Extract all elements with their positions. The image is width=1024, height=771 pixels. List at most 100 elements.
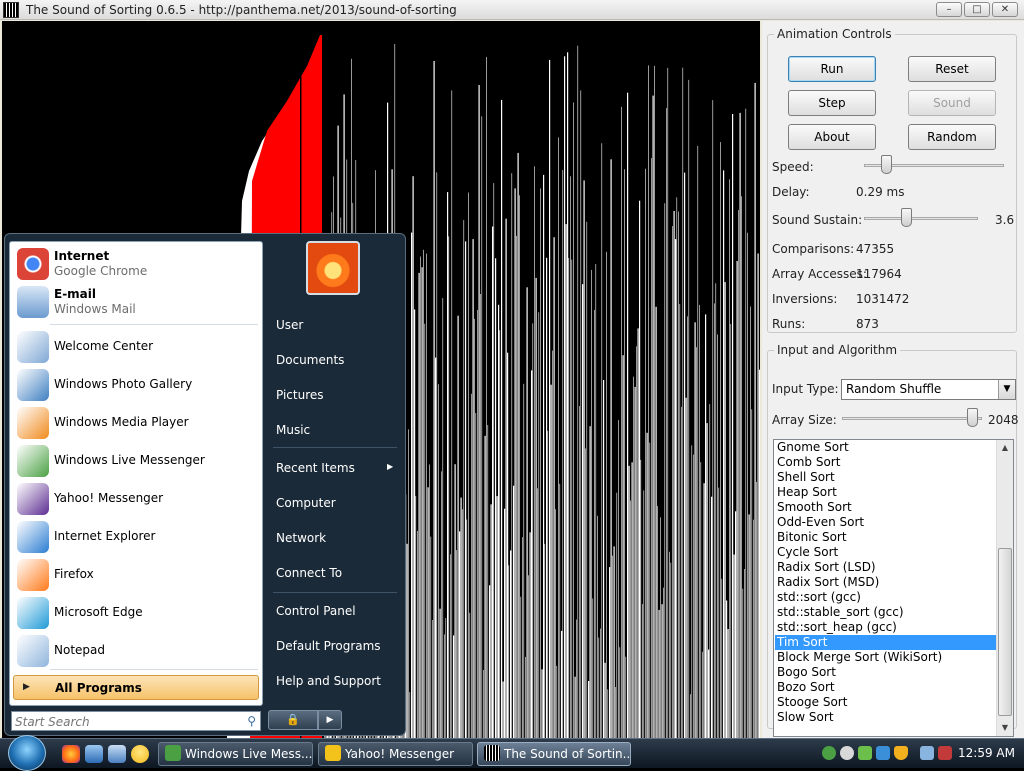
close-button[interactable]: ✕ — [992, 2, 1018, 17]
taskbar-button[interactable]: Yahoo! Messenger — [318, 742, 473, 766]
start-menu-place-control-panel[interactable]: Control Panel — [276, 604, 356, 618]
scroll-down-icon[interactable]: ▼ — [997, 720, 1013, 736]
chevron-down-icon[interactable]: ▼ — [998, 380, 1015, 399]
start-menu-place-help-and-support[interactable]: Help and Support — [276, 674, 381, 688]
firefox-icon[interactable] — [62, 745, 80, 763]
start-menu-program[interactable]: Windows Live Messenger — [13, 442, 259, 480]
sound-sustain-slider[interactable] — [864, 208, 978, 228]
start-menu-program[interactable]: Internet Explorer — [13, 518, 259, 556]
search-icon[interactable]: ⚲ — [247, 714, 256, 728]
shutdown-options-button[interactable]: ▶ — [318, 710, 342, 730]
scroll-up-icon[interactable]: ▲ — [997, 440, 1013, 456]
show-desktop-icon[interactable] — [85, 745, 103, 763]
start-menu-place-music[interactable]: Music — [276, 423, 310, 437]
start-menu-program[interactable]: Firefox — [13, 556, 259, 594]
start-menu-place-pictures[interactable]: Pictures — [276, 388, 324, 402]
pinned-item-email[interactable]: E-mail Windows Mail — [13, 283, 259, 321]
all-programs-button[interactable]: ▶ All Programs — [13, 675, 259, 700]
network-status-icon[interactable] — [920, 746, 934, 760]
algorithm-item[interactable]: Cycle Sort — [775, 545, 997, 560]
shield-tray-icon[interactable] — [858, 746, 872, 760]
about-button[interactable]: About — [788, 124, 876, 150]
start-menu-place-user[interactable]: User — [276, 318, 303, 332]
maximize-button[interactable]: □ — [964, 2, 990, 17]
start-menu-program[interactable]: Notepad — [13, 632, 259, 670]
start-menu-place-network[interactable]: Network — [276, 531, 326, 545]
algorithm-item[interactable]: Radix Sort (LSD) — [775, 560, 997, 575]
array-bar — [720, 142, 721, 738]
start-search-input[interactable] — [15, 714, 235, 729]
algorithm-item[interactable]: std::sort (gcc) — [775, 590, 997, 605]
algorithm-item[interactable]: Bozo Sort — [775, 680, 997, 695]
start-search-box[interactable]: ⚲ — [11, 711, 261, 731]
algorithm-item[interactable]: Gnome Sort — [775, 440, 997, 455]
start-menu-program[interactable]: Windows Media Player — [13, 404, 259, 442]
speed-slider-thumb[interactable] — [881, 155, 892, 174]
algorithm-item[interactable]: Radix Sort (MSD) — [775, 575, 997, 590]
start-menu-program[interactable]: Windows Photo Gallery — [13, 366, 259, 404]
taskbar-button[interactable]: Windows Live Mess... — [158, 742, 313, 766]
algorithm-item[interactable]: Bitonic Sort — [775, 530, 997, 545]
algorithm-list-scrollbar[interactable]: ▲ ▼ — [996, 440, 1013, 736]
clock[interactable]: 12:59 AM — [958, 746, 1015, 760]
start-menu-place-connect-to[interactable]: Connect To — [276, 566, 342, 580]
array-bar — [736, 261, 738, 738]
array-bar — [571, 259, 573, 738]
algorithm-item[interactable]: Bogo Sort — [775, 665, 997, 680]
live-messenger-tray-icon[interactable] — [822, 746, 836, 760]
start-menu-separator — [50, 669, 258, 670]
start-menu-place-computer[interactable]: Computer — [276, 496, 336, 510]
random-button[interactable]: Random — [908, 124, 996, 150]
start-button[interactable] — [8, 735, 46, 771]
array-bar — [627, 92, 629, 738]
scroll-thumb[interactable] — [998, 548, 1012, 716]
pinned-item-internet[interactable]: Internet Google Chrome — [13, 245, 259, 283]
volume-muted-icon[interactable] — [938, 746, 952, 760]
start-menu-program[interactable]: Yahoo! Messenger — [13, 480, 259, 518]
algorithm-item[interactable]: Tim Sort — [775, 635, 997, 650]
algorithm-list[interactable]: Gnome Sort Comb Sort Shell Sort Heap Sort Sm… — [773, 439, 1014, 737]
start-menu-place-default-programs[interactable]: Default Programs — [276, 639, 381, 653]
security-center-icon[interactable] — [894, 746, 908, 760]
start-menu-program[interactable]: Microsoft Edge — [13, 594, 259, 632]
start-menu-place-recent-items[interactable]: Recent Items — [276, 461, 355, 475]
chat-tray-icon[interactable] — [840, 746, 854, 760]
step-button[interactable]: Step — [788, 90, 876, 116]
array-bar — [531, 370, 533, 738]
yahoo-icon[interactable] — [131, 745, 149, 763]
run-button[interactable]: Run — [788, 56, 876, 82]
start-menu-place-documents[interactable]: Documents — [276, 353, 344, 367]
algorithm-item[interactable]: std::sort_heap (gcc) — [775, 620, 997, 635]
network-tray-icon[interactable] — [876, 746, 890, 760]
taskbar-button[interactable]: The Sound of Sortin... — [477, 742, 631, 766]
speed-slider[interactable] — [864, 155, 1004, 175]
lock-button[interactable]: 🔒 — [268, 710, 318, 730]
switch-windows-icon[interactable] — [108, 745, 126, 763]
array-bar — [426, 253, 427, 738]
reset-button[interactable]: Reset — [908, 56, 996, 82]
algorithm-item[interactable]: Comb Sort — [775, 455, 997, 470]
minimize-button[interactable]: – — [936, 2, 962, 17]
array-bar — [601, 143, 603, 738]
algorithm-item[interactable]: Odd-Even Sort — [775, 515, 997, 530]
algorithm-item[interactable]: std::stable_sort (gcc) — [775, 605, 997, 620]
array-bar — [613, 546, 615, 738]
start-menu-program[interactable]: Welcome Center — [13, 328, 259, 366]
array-size-thumb[interactable] — [967, 408, 978, 427]
array-bar — [589, 426, 591, 738]
sound-button[interactable]: Sound — [908, 90, 996, 116]
algorithm-item[interactable]: Slow Sort — [775, 710, 997, 725]
start-menu-program-label: Yahoo! Messenger — [54, 491, 164, 505]
sound-sustain-thumb[interactable] — [901, 208, 912, 227]
array-bar — [471, 393, 472, 738]
title-bar[interactable]: The Sound of Sorting 0.6.5 - http://pant… — [0, 0, 1024, 20]
array-size-slider[interactable] — [842, 408, 982, 428]
algorithm-item[interactable]: Shell Sort — [775, 470, 997, 485]
array-bar — [732, 114, 734, 738]
user-picture[interactable] — [306, 241, 360, 295]
algorithm-item[interactable]: Block Merge Sort (WikiSort) — [775, 650, 997, 665]
input-type-select[interactable]: Random Shuffle ▼ — [841, 379, 1016, 400]
algorithm-item[interactable]: Stooge Sort — [775, 695, 997, 710]
algorithm-item[interactable]: Smooth Sort — [775, 500, 997, 515]
algorithm-item[interactable]: Heap Sort — [775, 485, 997, 500]
